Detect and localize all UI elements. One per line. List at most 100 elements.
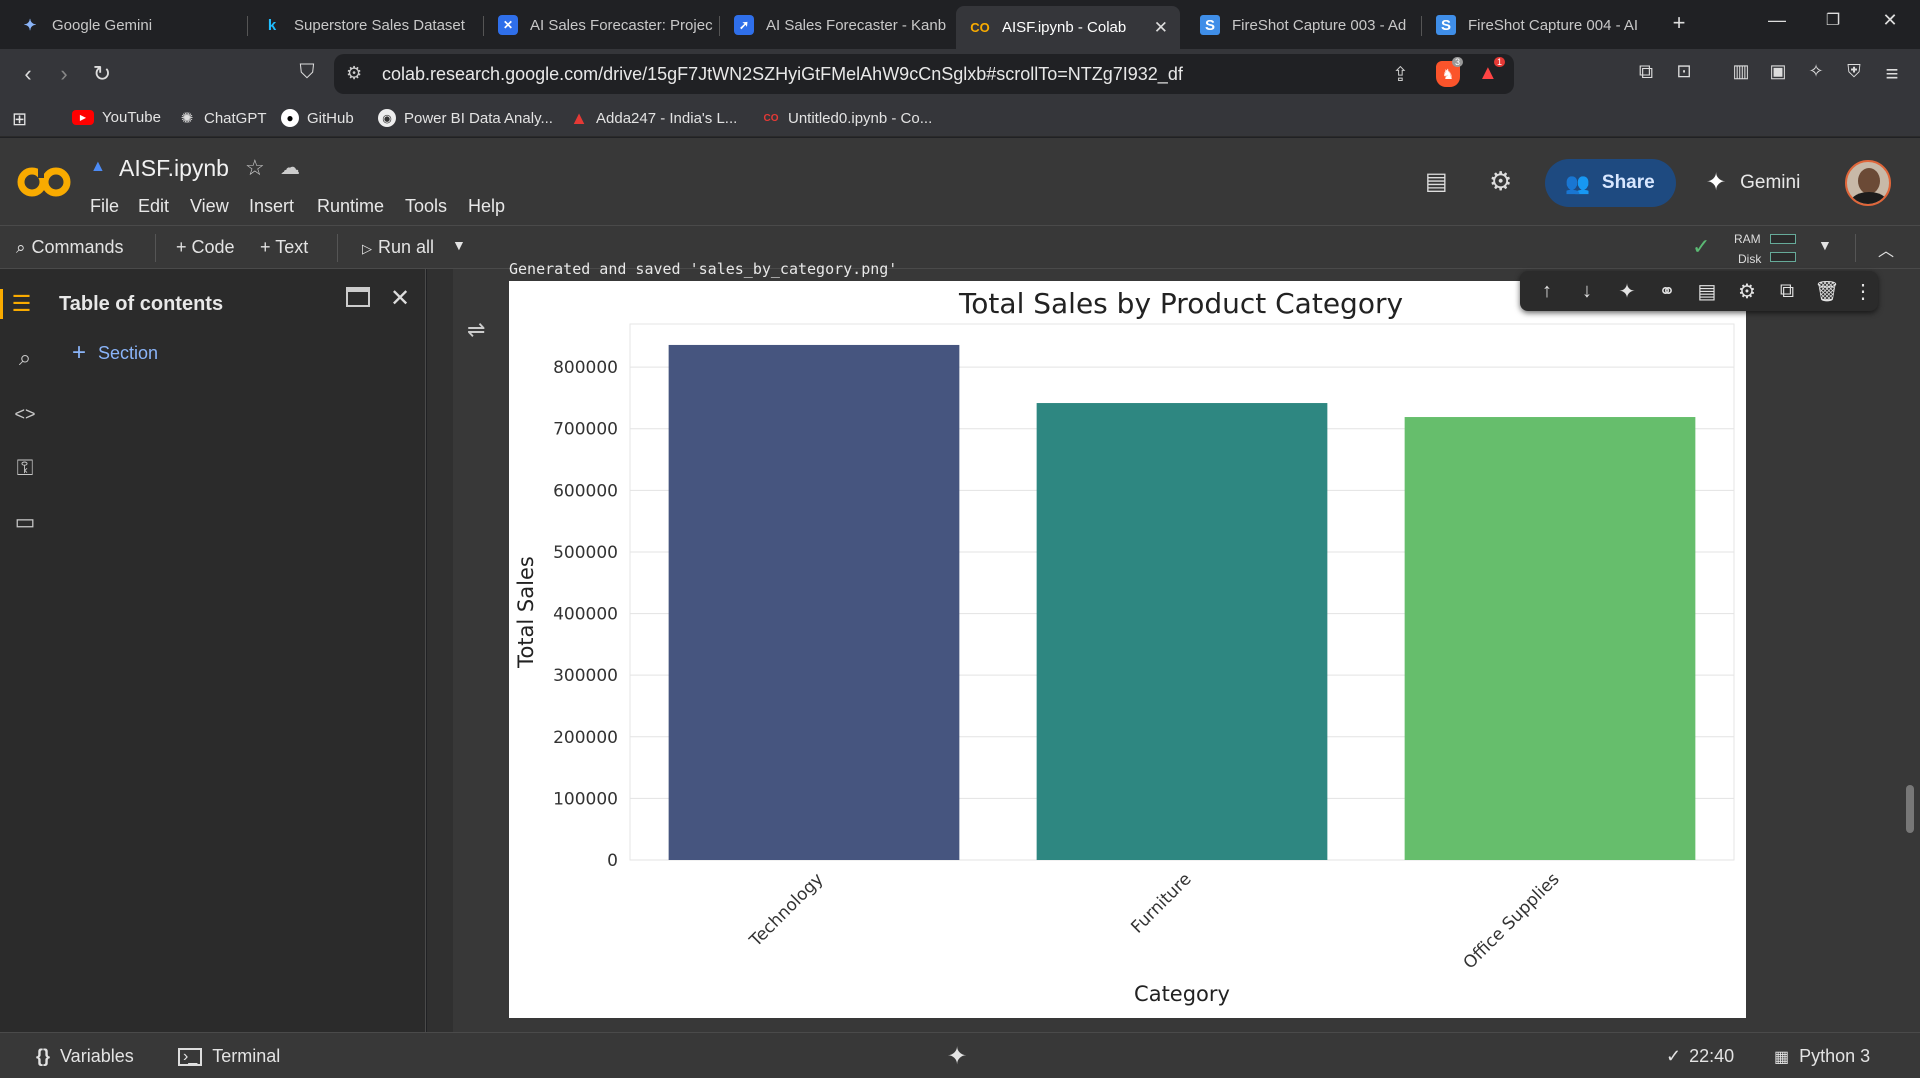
terminal-button[interactable]: ›_ Terminal (178, 1046, 280, 1067)
leo-ai-icon[interactable]: ✧ (1802, 61, 1830, 82)
mirror-cell-icon[interactable]: ⧉ (1774, 278, 1800, 304)
back-icon[interactable]: ‹ (14, 61, 42, 87)
share-page-icon[interactable]: ⇪ (1392, 62, 1409, 87)
more-options-icon[interactable]: ⋮ (1850, 278, 1876, 304)
menu-icon[interactable]: ≡ (1878, 61, 1906, 87)
secrets-key-icon[interactable]: ⚿ (10, 453, 40, 483)
move-down-icon[interactable]: ↓ (1574, 278, 1600, 304)
files-folder-icon[interactable]: ▭ (10, 507, 40, 537)
open-in-tab-icon[interactable] (346, 287, 370, 307)
table-of-contents-icon[interactable]: ☰ (0, 289, 40, 319)
fireshot-icon: S (1436, 15, 1456, 35)
star-icon[interactable]: ☆ (245, 155, 265, 181)
close-tab-icon[interactable]: ✕ (1154, 18, 1168, 38)
tab-title: AI Sales Forecaster - Kanb (766, 16, 947, 34)
commands-button[interactable]: ⌕ Commands (16, 237, 124, 258)
move-up-icon[interactable]: ↑ (1534, 278, 1560, 304)
terminal-icon: ›_ (178, 1047, 203, 1066)
search-icon: ⌕ (16, 238, 26, 257)
y-tick-label: 500000 (553, 543, 618, 563)
cloud-saved-icon[interactable]: ☁ (280, 155, 300, 180)
share-button[interactable]: 👥 Share (1545, 159, 1676, 207)
kanban-icon: ➚ (734, 15, 754, 35)
reader-mode-icon[interactable]: ⊡ (1670, 61, 1698, 82)
runtime-dropdown-icon[interactable]: ▼ (1818, 237, 1832, 253)
execution-status[interactable]: ✓ 22:40 (1666, 1046, 1734, 1067)
find-replace-icon[interactable]: ⌕ (10, 343, 40, 373)
comment-icon[interactable]: ▤ (1694, 278, 1720, 304)
cell-settings-icon[interactable]: ⚙ (1734, 278, 1760, 304)
jira-icon: ✕ (498, 15, 518, 35)
output-actions-icon[interactable]: ⇌ (467, 317, 485, 343)
delete-icon[interactable]: 🗑 (1814, 278, 1840, 304)
resources-indicator[interactable]: RAM Disk (1734, 229, 1761, 269)
url-text[interactable]: colab.research.google.com/drive/15gF7JtW… (382, 64, 1183, 85)
gemini-sparkle-icon: ✦ (1706, 169, 1727, 196)
runtime-type[interactable]: ▦ Python 3 (1774, 1046, 1870, 1067)
vpn-icon[interactable]: ⛨ (1840, 61, 1868, 82)
wallet-icon[interactable]: ▣ (1764, 61, 1792, 82)
site-info-icon[interactable]: ⚙ (346, 63, 362, 84)
avatar[interactable] (1845, 160, 1891, 206)
tab-ai-sales-forecaster-kanban[interactable]: ➚ AI Sales Forecaster - Kanb (720, 6, 956, 44)
collapse-header-icon[interactable]: ︿ (1878, 237, 1894, 261)
menu-help[interactable]: Help (468, 196, 505, 217)
bookmark-powerbi[interactable]: ◉ Power BI Data Analy... (378, 109, 553, 127)
colab-logo[interactable] (16, 162, 72, 202)
comments-icon[interactable]: ▤ (1425, 167, 1448, 196)
gemini-button[interactable]: ✦ Gemini (1706, 168, 1800, 197)
apps-icon[interactable]: ⊞ (12, 109, 27, 130)
run-all-button[interactable]: ▷ Run all (362, 237, 434, 258)
menu-runtime[interactable]: Runtime (317, 196, 384, 217)
reload-icon[interactable]: ↻ (88, 61, 116, 87)
gemini-icon: ✦ (23, 17, 37, 34)
new-tab-icon[interactable]: + (1664, 10, 1694, 36)
address-bar[interactable]: ⚙ colab.research.google.com/drive/15gF7J… (334, 54, 1514, 94)
code-snippets-icon[interactable]: <> (10, 399, 40, 429)
gemini-cell-icon[interactable]: ✦ (1614, 278, 1640, 304)
menu-edit[interactable]: Edit (138, 196, 169, 217)
alert-count: 1 (1494, 57, 1506, 67)
bookmark-chatgpt[interactable]: ✺ ChatGPT (178, 109, 267, 128)
bookmark-github[interactable]: ● GitHub (281, 109, 354, 127)
gemini-status-icon[interactable]: ✦ (947, 1042, 967, 1071)
x-tick-label: Furniture (1127, 869, 1195, 937)
variables-button[interactable]: {} Variables (36, 1046, 134, 1067)
window-close-icon[interactable]: ✕ (1875, 10, 1905, 31)
forward-icon[interactable]: › (50, 61, 78, 87)
add-code-button[interactable]: + Code (176, 237, 235, 258)
link-icon[interactable]: ⚭ (1654, 278, 1680, 304)
notebook-title[interactable]: AISF.ipynb (119, 155, 229, 182)
restore-icon[interactable]: ❐ (1818, 10, 1848, 30)
tab-fireshot-003[interactable]: S FireShot Capture 003 - Ad (1186, 6, 1422, 44)
tab-ai-sales-forecaster-project[interactable]: ✕ AI Sales Forecaster: Projec (484, 6, 720, 44)
tab-aisf-colab[interactable]: CO AISF.ipynb - Colab ✕ (956, 6, 1180, 49)
bookmark-untitled0[interactable]: CO Untitled0.ipynb - Co... (762, 109, 933, 127)
bookmark-icon[interactable]: ⛉ (293, 61, 321, 84)
ram-label: RAM (1734, 232, 1761, 246)
tab-title: Superstore Sales Dataset (294, 16, 465, 34)
settings-icon[interactable]: ⚙ (1489, 166, 1512, 197)
browser-tab-strip: ✦ Google Gemini k Superstore Sales Datas… (0, 0, 1920, 49)
braces-icon: {} (36, 1046, 51, 1066)
menu-view[interactable]: View (190, 196, 229, 217)
extensions-icon[interactable]: ⧉ (1632, 61, 1660, 84)
left-rail: ☰ ⌕ <> ⚿ ▭ (0, 269, 50, 1032)
menu-file[interactable]: File (90, 196, 119, 217)
minimize-icon[interactable]: — (1762, 10, 1792, 31)
add-text-button[interactable]: + Text (260, 237, 308, 258)
tab-fireshot-004[interactable]: S FireShot Capture 004 - AI (1422, 6, 1658, 44)
add-section-button[interactable]: + Section (72, 339, 158, 367)
sidebar-icon[interactable]: ▥ (1727, 61, 1755, 82)
scrollbar-thumb[interactable] (1906, 785, 1914, 833)
close-panel-icon[interactable]: ✕ (390, 284, 410, 313)
tab-superstore-dataset[interactable]: k Superstore Sales Dataset (248, 6, 484, 44)
bookmark-adda247[interactable]: ▲ Adda247 - India's L... (570, 108, 737, 128)
tab-title: AISF.ipynb - Colab (1002, 19, 1127, 36)
menu-tools[interactable]: Tools (405, 196, 447, 217)
run-all-dropdown-icon[interactable]: ▼ (452, 237, 466, 253)
bookmark-youtube[interactable]: ▶ YouTube (72, 109, 161, 126)
tab-google-gemini[interactable]: ✦ Google Gemini (6, 6, 248, 44)
kaggle-icon: k (267, 16, 277, 34)
menu-insert[interactable]: Insert (249, 196, 294, 217)
